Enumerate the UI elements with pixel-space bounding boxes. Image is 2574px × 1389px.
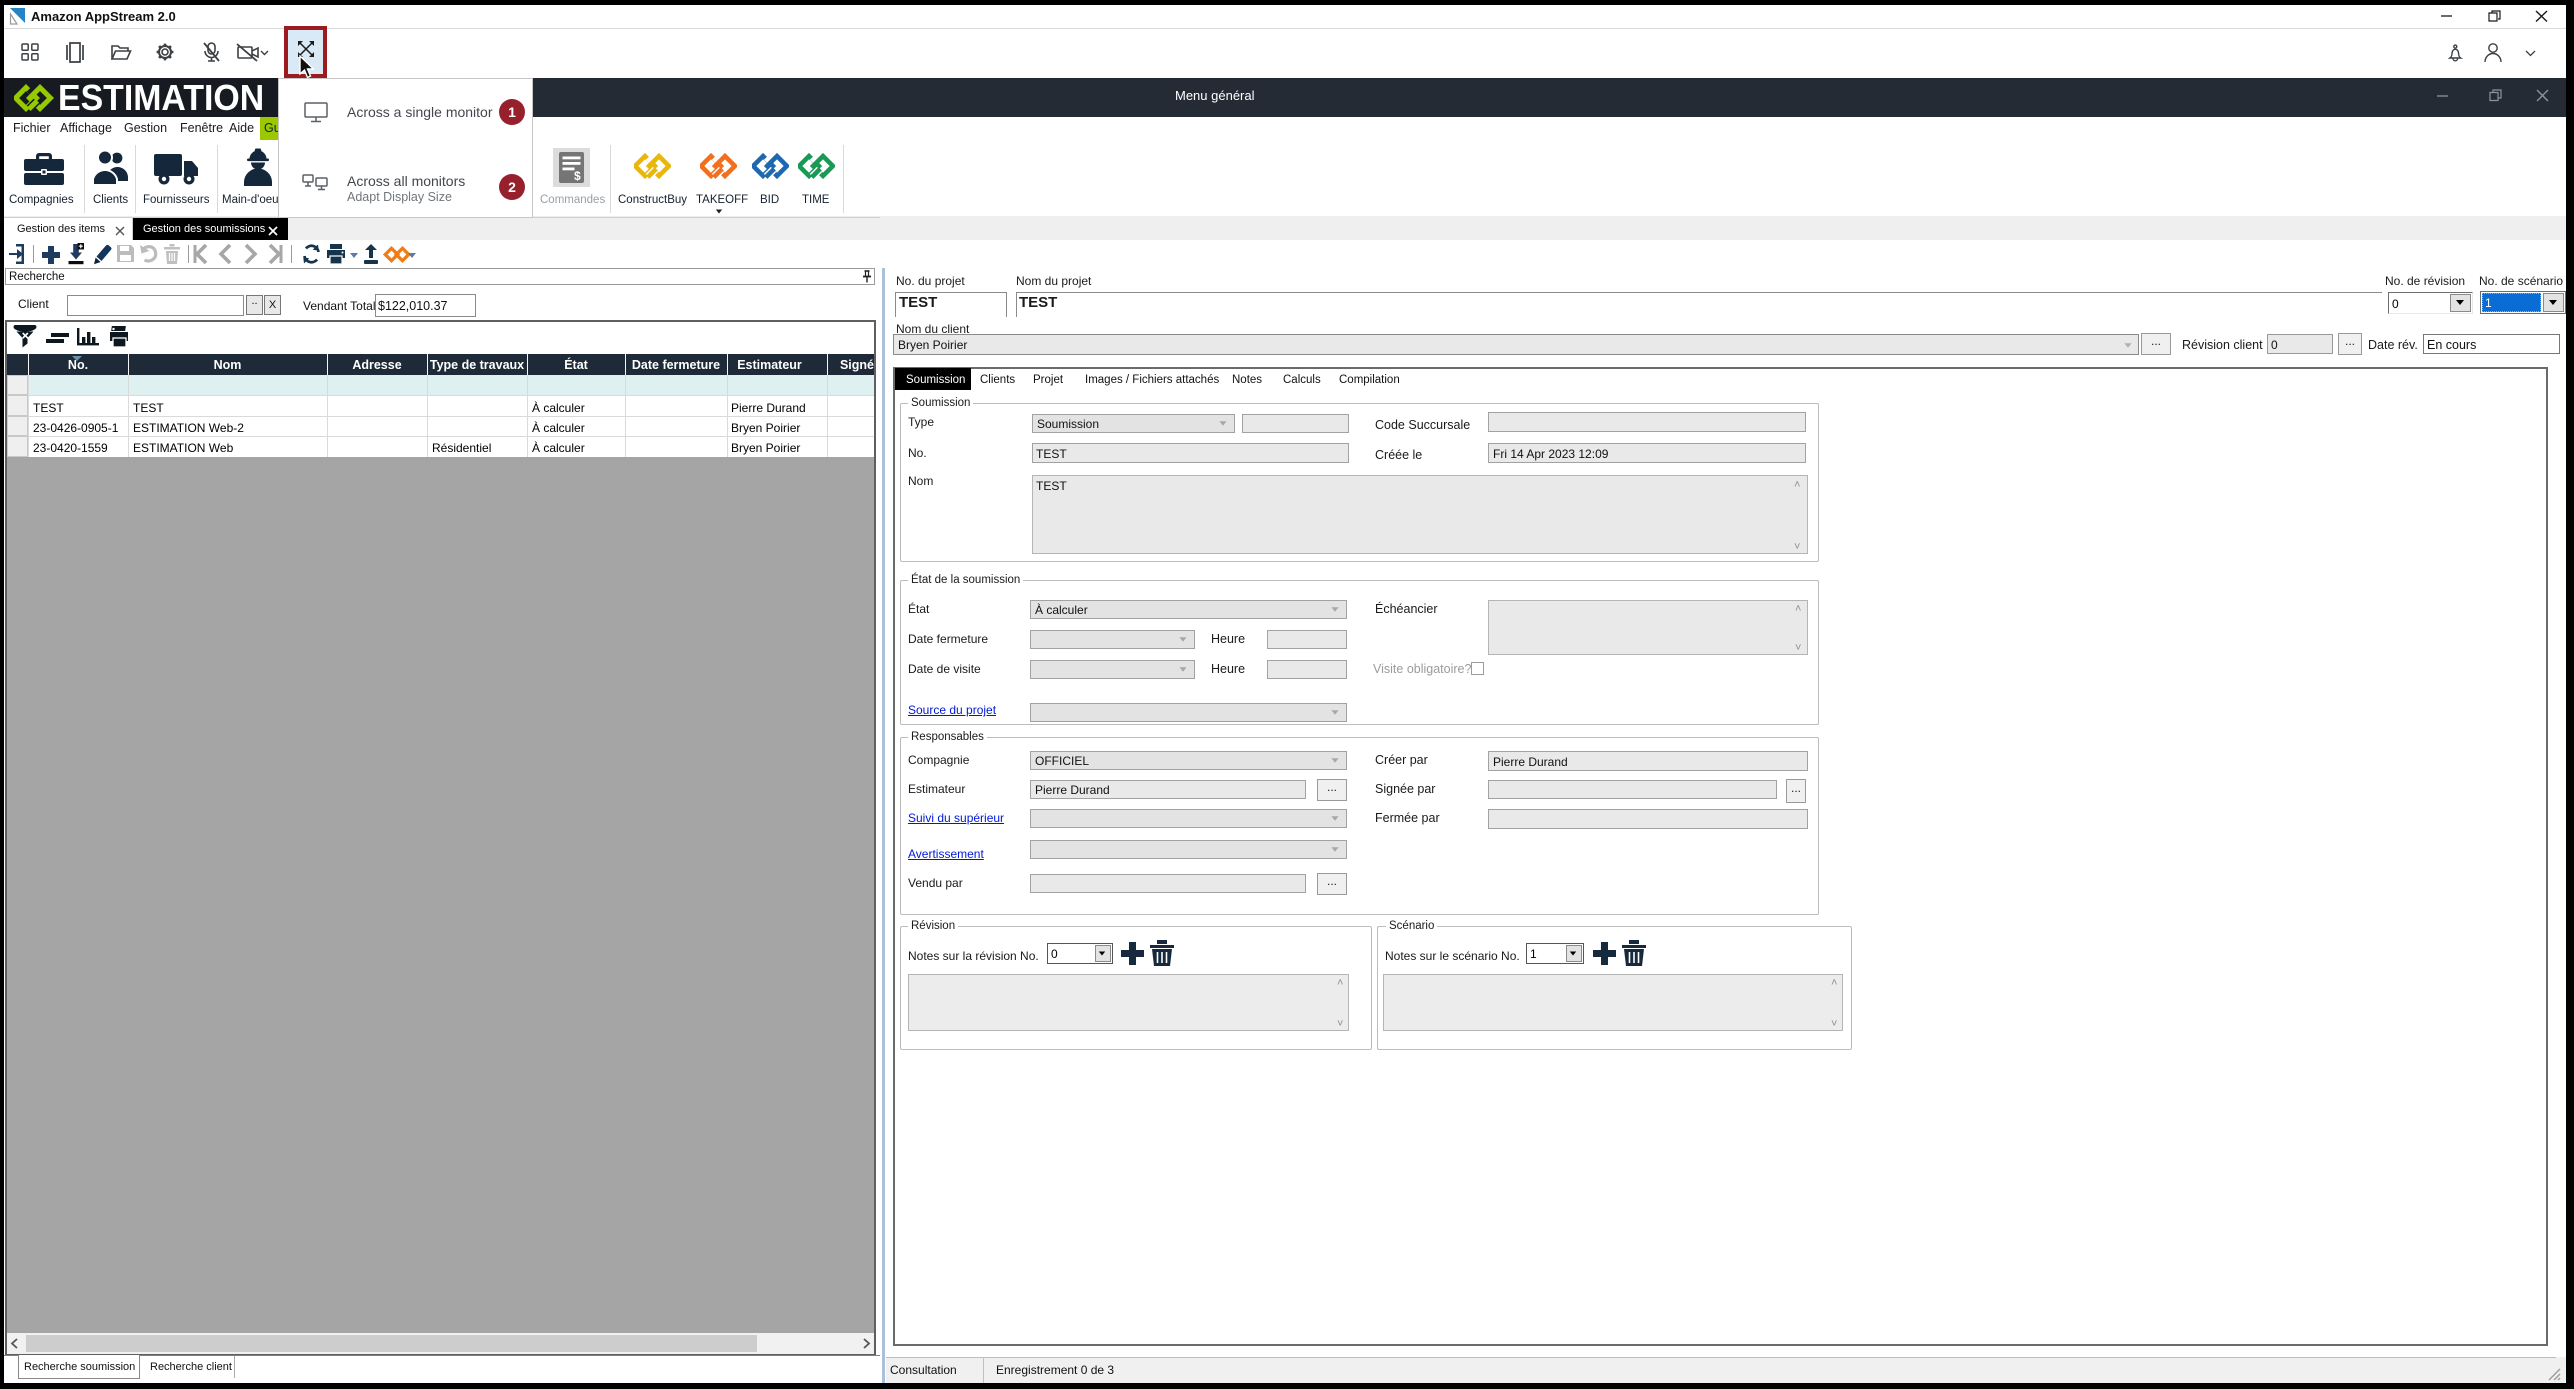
svg-text:$: $ <box>574 169 581 183</box>
